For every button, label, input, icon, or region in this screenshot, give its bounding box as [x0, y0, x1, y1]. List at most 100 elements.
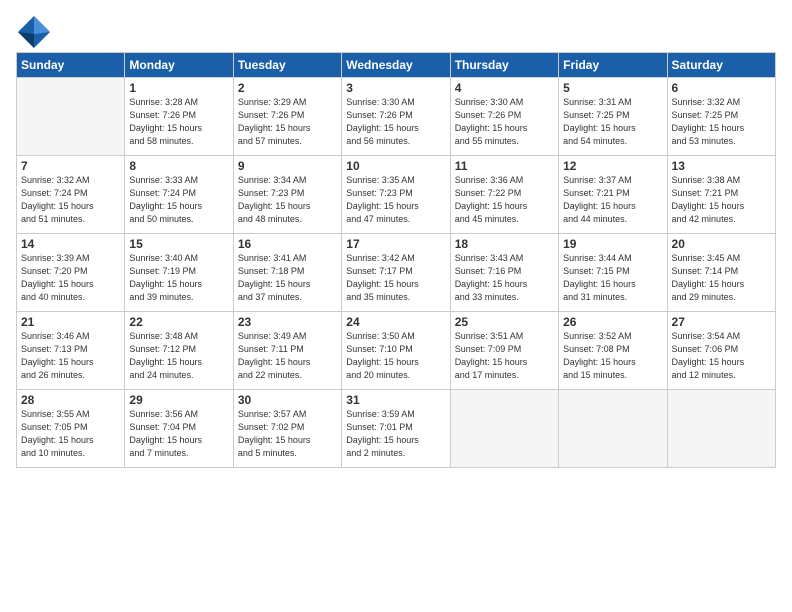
day-number: 27 [672, 315, 771, 329]
day-number: 2 [238, 81, 337, 95]
day-number: 26 [563, 315, 662, 329]
day-info: Sunrise: 3:57 AM Sunset: 7:02 PM Dayligh… [238, 408, 337, 460]
calendar-cell [559, 390, 667, 468]
day-number: 5 [563, 81, 662, 95]
day-number: 21 [21, 315, 120, 329]
day-info: Sunrise: 3:31 AM Sunset: 7:25 PM Dayligh… [563, 96, 662, 148]
day-number: 23 [238, 315, 337, 329]
day-info: Sunrise: 3:34 AM Sunset: 7:23 PM Dayligh… [238, 174, 337, 226]
day-info: Sunrise: 3:28 AM Sunset: 7:26 PM Dayligh… [129, 96, 228, 148]
calendar-cell: 5Sunrise: 3:31 AM Sunset: 7:25 PM Daylig… [559, 78, 667, 156]
col-header-wednesday: Wednesday [342, 53, 450, 78]
day-number: 24 [346, 315, 445, 329]
day-info: Sunrise: 3:39 AM Sunset: 7:20 PM Dayligh… [21, 252, 120, 304]
calendar-cell: 19Sunrise: 3:44 AM Sunset: 7:15 PM Dayli… [559, 234, 667, 312]
calendar-cell: 22Sunrise: 3:48 AM Sunset: 7:12 PM Dayli… [125, 312, 233, 390]
day-number: 16 [238, 237, 337, 251]
day-number: 11 [455, 159, 554, 173]
calendar-cell: 16Sunrise: 3:41 AM Sunset: 7:18 PM Dayli… [233, 234, 341, 312]
day-number: 1 [129, 81, 228, 95]
day-number: 20 [672, 237, 771, 251]
logo [16, 14, 56, 50]
day-info: Sunrise: 3:43 AM Sunset: 7:16 PM Dayligh… [455, 252, 554, 304]
calendar-cell [667, 390, 775, 468]
calendar-cell: 3Sunrise: 3:30 AM Sunset: 7:26 PM Daylig… [342, 78, 450, 156]
day-info: Sunrise: 3:51 AM Sunset: 7:09 PM Dayligh… [455, 330, 554, 382]
day-info: Sunrise: 3:30 AM Sunset: 7:26 PM Dayligh… [346, 96, 445, 148]
col-header-monday: Monday [125, 53, 233, 78]
day-number: 8 [129, 159, 228, 173]
day-number: 29 [129, 393, 228, 407]
day-info: Sunrise: 3:56 AM Sunset: 7:04 PM Dayligh… [129, 408, 228, 460]
day-info: Sunrise: 3:49 AM Sunset: 7:11 PM Dayligh… [238, 330, 337, 382]
day-info: Sunrise: 3:32 AM Sunset: 7:25 PM Dayligh… [672, 96, 771, 148]
calendar-cell [17, 78, 125, 156]
calendar-cell: 17Sunrise: 3:42 AM Sunset: 7:17 PM Dayli… [342, 234, 450, 312]
day-info: Sunrise: 3:42 AM Sunset: 7:17 PM Dayligh… [346, 252, 445, 304]
day-info: Sunrise: 3:32 AM Sunset: 7:24 PM Dayligh… [21, 174, 120, 226]
calendar-table: SundayMondayTuesdayWednesdayThursdayFrid… [16, 52, 776, 468]
day-number: 12 [563, 159, 662, 173]
calendar-cell: 28Sunrise: 3:55 AM Sunset: 7:05 PM Dayli… [17, 390, 125, 468]
day-info: Sunrise: 3:59 AM Sunset: 7:01 PM Dayligh… [346, 408, 445, 460]
day-number: 22 [129, 315, 228, 329]
col-header-saturday: Saturday [667, 53, 775, 78]
calendar-cell: 29Sunrise: 3:56 AM Sunset: 7:04 PM Dayli… [125, 390, 233, 468]
day-info: Sunrise: 3:45 AM Sunset: 7:14 PM Dayligh… [672, 252, 771, 304]
calendar-cell: 31Sunrise: 3:59 AM Sunset: 7:01 PM Dayli… [342, 390, 450, 468]
calendar-cell: 24Sunrise: 3:50 AM Sunset: 7:10 PM Dayli… [342, 312, 450, 390]
day-info: Sunrise: 3:44 AM Sunset: 7:15 PM Dayligh… [563, 252, 662, 304]
calendar-cell: 25Sunrise: 3:51 AM Sunset: 7:09 PM Dayli… [450, 312, 558, 390]
calendar-cell: 23Sunrise: 3:49 AM Sunset: 7:11 PM Dayli… [233, 312, 341, 390]
day-number: 3 [346, 81, 445, 95]
col-header-sunday: Sunday [17, 53, 125, 78]
day-number: 10 [346, 159, 445, 173]
calendar-cell: 12Sunrise: 3:37 AM Sunset: 7:21 PM Dayli… [559, 156, 667, 234]
day-info: Sunrise: 3:40 AM Sunset: 7:19 PM Dayligh… [129, 252, 228, 304]
day-info: Sunrise: 3:30 AM Sunset: 7:26 PM Dayligh… [455, 96, 554, 148]
day-number: 15 [129, 237, 228, 251]
calendar-cell: 20Sunrise: 3:45 AM Sunset: 7:14 PM Dayli… [667, 234, 775, 312]
day-info: Sunrise: 3:35 AM Sunset: 7:23 PM Dayligh… [346, 174, 445, 226]
day-number: 25 [455, 315, 554, 329]
calendar-cell: 27Sunrise: 3:54 AM Sunset: 7:06 PM Dayli… [667, 312, 775, 390]
day-number: 31 [346, 393, 445, 407]
calendar-cell: 15Sunrise: 3:40 AM Sunset: 7:19 PM Dayli… [125, 234, 233, 312]
calendar-cell: 1Sunrise: 3:28 AM Sunset: 7:26 PM Daylig… [125, 78, 233, 156]
calendar-cell: 18Sunrise: 3:43 AM Sunset: 7:16 PM Dayli… [450, 234, 558, 312]
day-number: 9 [238, 159, 337, 173]
day-info: Sunrise: 3:52 AM Sunset: 7:08 PM Dayligh… [563, 330, 662, 382]
day-info: Sunrise: 3:38 AM Sunset: 7:21 PM Dayligh… [672, 174, 771, 226]
logo-icon [16, 14, 52, 50]
calendar-cell: 13Sunrise: 3:38 AM Sunset: 7:21 PM Dayli… [667, 156, 775, 234]
day-info: Sunrise: 3:33 AM Sunset: 7:24 PM Dayligh… [129, 174, 228, 226]
calendar-cell: 21Sunrise: 3:46 AM Sunset: 7:13 PM Dayli… [17, 312, 125, 390]
day-number: 7 [21, 159, 120, 173]
day-number: 30 [238, 393, 337, 407]
col-header-thursday: Thursday [450, 53, 558, 78]
col-header-tuesday: Tuesday [233, 53, 341, 78]
day-number: 19 [563, 237, 662, 251]
calendar-cell: 8Sunrise: 3:33 AM Sunset: 7:24 PM Daylig… [125, 156, 233, 234]
col-header-friday: Friday [559, 53, 667, 78]
day-number: 17 [346, 237, 445, 251]
day-info: Sunrise: 3:55 AM Sunset: 7:05 PM Dayligh… [21, 408, 120, 460]
calendar-cell: 2Sunrise: 3:29 AM Sunset: 7:26 PM Daylig… [233, 78, 341, 156]
day-number: 28 [21, 393, 120, 407]
calendar-cell [450, 390, 558, 468]
day-info: Sunrise: 3:48 AM Sunset: 7:12 PM Dayligh… [129, 330, 228, 382]
calendar-cell: 7Sunrise: 3:32 AM Sunset: 7:24 PM Daylig… [17, 156, 125, 234]
calendar-cell: 26Sunrise: 3:52 AM Sunset: 7:08 PM Dayli… [559, 312, 667, 390]
day-info: Sunrise: 3:46 AM Sunset: 7:13 PM Dayligh… [21, 330, 120, 382]
day-info: Sunrise: 3:36 AM Sunset: 7:22 PM Dayligh… [455, 174, 554, 226]
calendar-cell: 6Sunrise: 3:32 AM Sunset: 7:25 PM Daylig… [667, 78, 775, 156]
day-number: 18 [455, 237, 554, 251]
calendar-cell: 10Sunrise: 3:35 AM Sunset: 7:23 PM Dayli… [342, 156, 450, 234]
day-info: Sunrise: 3:37 AM Sunset: 7:21 PM Dayligh… [563, 174, 662, 226]
day-number: 13 [672, 159, 771, 173]
calendar-cell: 4Sunrise: 3:30 AM Sunset: 7:26 PM Daylig… [450, 78, 558, 156]
calendar-cell: 14Sunrise: 3:39 AM Sunset: 7:20 PM Dayli… [17, 234, 125, 312]
calendar-cell: 9Sunrise: 3:34 AM Sunset: 7:23 PM Daylig… [233, 156, 341, 234]
day-number: 4 [455, 81, 554, 95]
day-number: 6 [672, 81, 771, 95]
